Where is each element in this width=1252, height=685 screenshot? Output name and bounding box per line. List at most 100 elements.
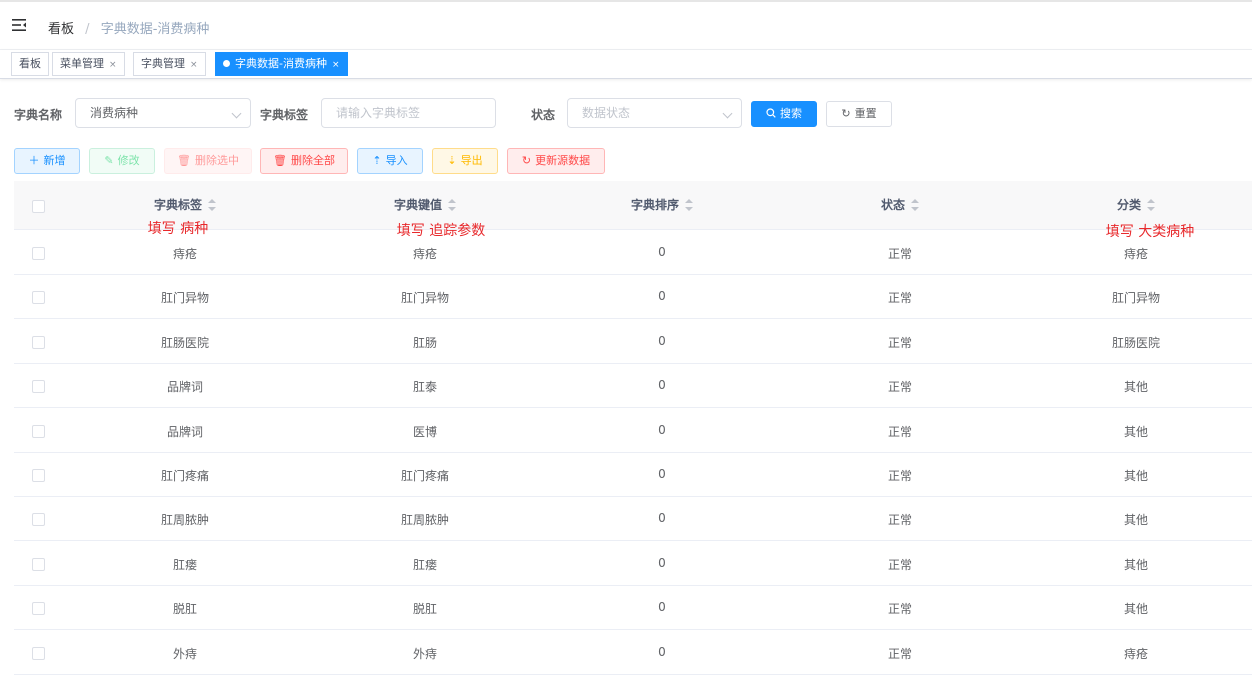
row-checkbox[interactable]	[32, 380, 45, 394]
tags-view: 看板 菜单管理 × 字典管理 × 字典数据-消费病种 ×	[0, 50, 1252, 79]
row-checkbox[interactable]	[32, 247, 45, 260]
cell-category: 痔疮	[1123, 247, 1149, 261]
table-row: 品牌词 肛泰 0 正常 其他	[14, 364, 1252, 409]
tab-label: 字典管理	[141, 57, 185, 70]
sort-icon[interactable]	[448, 199, 457, 211]
delete-selected-label: 删除选中	[194, 154, 239, 167]
delete-all-button[interactable]: 🗑 删除全部	[260, 148, 348, 174]
cell-label: 肛瘘	[172, 557, 198, 572]
dict-label-label: 字典标签	[260, 108, 309, 122]
status-label: 状态	[531, 108, 556, 122]
active-dot-icon	[223, 60, 230, 67]
annotation-label-note: 填写 病种	[147, 221, 209, 237]
cell-category: 肛门异物	[1111, 291, 1161, 306]
cell-category: 其他	[1123, 380, 1149, 395]
row-checkbox[interactable]	[32, 424, 45, 438]
tab-close-icon[interactable]: ×	[190, 54, 198, 76]
row-checkbox[interactable]	[32, 335, 45, 349]
cell-status: 正常	[887, 469, 913, 483]
reset-button[interactable]: ↻ 重置	[826, 101, 892, 127]
tab-label: 看板	[19, 57, 41, 70]
cell-sort: 0	[658, 378, 666, 393]
cell-category: 痔疮	[1123, 646, 1149, 661]
table-row: 品牌词 医博 0 正常 其他	[14, 408, 1252, 453]
table-row: 肛门疼痛 肛门疼痛 0 正常 其他	[14, 453, 1252, 497]
row-checkbox[interactable]	[32, 602, 45, 616]
breadcrumb: 看板 / 字典数据-消费病种	[48, 18, 209, 37]
row-checkbox[interactable]	[32, 513, 45, 527]
import-button[interactable]: ⇡ 导入	[357, 148, 423, 174]
refresh-source-button[interactable]: ↻ 更新源数据	[507, 148, 605, 174]
cell-sort: 0	[658, 422, 666, 437]
dict-name-select[interactable]: 消费病种	[75, 98, 251, 128]
navbar: 看板 / 字典数据-消费病种	[0, 0, 1252, 50]
refresh-source-label: 更新源数据	[535, 154, 591, 167]
table-row: 肛门异物 肛门异物 0 正常 肛门异物	[14, 275, 1252, 320]
sort-icon[interactable]	[1147, 199, 1156, 211]
cell-key: 医博	[412, 424, 438, 439]
column-header-sort[interactable]: 字典排序	[631, 196, 694, 213]
table-row: 肛肠医院 肛肠 0 正常 肛肠医院	[14, 319, 1252, 364]
delete-all-label: 删除全部	[290, 154, 335, 167]
export-button[interactable]: ⇣ 导出	[432, 148, 498, 174]
breadcrumb-home[interactable]: 看板	[48, 22, 74, 37]
tab-dict-management[interactable]: 字典管理 ×	[133, 52, 206, 76]
column-header-category[interactable]: 分类	[1117, 196, 1156, 213]
add-button-label: 新增	[43, 154, 66, 167]
cell-sort: 0	[658, 245, 666, 259]
cell-status: 正常	[887, 247, 913, 261]
status-select[interactable]: 数据状态	[567, 98, 742, 128]
upload-icon: ⇡	[372, 154, 382, 167]
table-row: 脱肛 脱肛 0 正常 其他	[14, 586, 1252, 631]
cell-key: 痔疮	[412, 247, 438, 261]
row-checkbox[interactable]	[32, 646, 45, 660]
search-button[interactable]: 搜索	[751, 101, 817, 127]
table-row: 肛瘘 肛瘘 0 正常 其他	[14, 541, 1252, 586]
breadcrumb-separator: /	[85, 22, 90, 37]
tab-dict-data[interactable]: 字典数据-消费病种 ×	[215, 52, 348, 76]
breadcrumb-current: 字典数据-消费病种	[100, 22, 210, 37]
cell-sort: 0	[658, 555, 666, 570]
column-header-key[interactable]: 字典键值	[394, 196, 457, 213]
cell-label: 脱肛	[172, 602, 198, 617]
row-checkbox[interactable]	[32, 291, 45, 305]
delete-selected-button[interactable]: 🗑 删除选中	[164, 148, 252, 174]
cell-label: 肛门疼痛	[160, 469, 210, 483]
cell-category: 肛肠医院	[1111, 335, 1161, 350]
tab-close-icon[interactable]: ×	[332, 54, 340, 76]
cell-category: 其他	[1123, 424, 1149, 439]
tab-label: 字典数据-消费病种	[235, 57, 327, 70]
tab-close-icon[interactable]: ×	[109, 54, 117, 76]
sort-icon[interactable]	[911, 199, 920, 211]
cell-label: 品牌词	[166, 424, 204, 439]
hamburger-icon[interactable]	[11, 17, 27, 33]
edit-button[interactable]: ✎ 修改	[89, 148, 155, 174]
refresh-icon: ↻	[521, 154, 532, 167]
cell-category: 其他	[1123, 513, 1149, 528]
trash-icon: 🗑	[177, 154, 191, 167]
reset-button-label: 重置	[854, 107, 877, 120]
add-button[interactable]: ＋新增	[14, 148, 80, 174]
download-icon: ⇣	[447, 154, 457, 167]
annotation-key-note: 填写 追踪参数	[396, 223, 486, 239]
tab-menu-management[interactable]: 菜单管理 ×	[52, 52, 125, 76]
select-all-checkbox[interactable]	[32, 200, 45, 213]
annotation-category-note: 填写 大类病种	[1105, 224, 1195, 240]
cell-key: 肛瘘	[412, 557, 438, 572]
dict-label-input[interactable]: 请输入字典标签	[321, 98, 496, 128]
search-button-label: 搜索	[780, 107, 802, 120]
table-row: 外痔 外痔 0 正常 痔疮	[14, 630, 1252, 675]
row-checkbox[interactable]	[32, 557, 45, 571]
sort-icon[interactable]	[685, 199, 694, 211]
sort-icon[interactable]	[208, 199, 217, 211]
tab-dashboard[interactable]: 看板	[11, 52, 49, 76]
row-checkbox[interactable]	[32, 469, 45, 482]
column-header-label[interactable]: 字典标签	[154, 196, 217, 213]
column-header-status[interactable]: 状态	[881, 196, 920, 213]
chevron-down-icon	[231, 108, 242, 119]
cell-key: 肛门异物	[400, 291, 450, 306]
dict-label-placeholder: 请输入字典标签	[336, 106, 421, 120]
table-row: 肛周脓肿 肛周脓肿 0 正常 其他	[14, 497, 1252, 542]
cell-status: 正常	[887, 335, 913, 350]
cell-key: 肛肠	[412, 335, 438, 350]
